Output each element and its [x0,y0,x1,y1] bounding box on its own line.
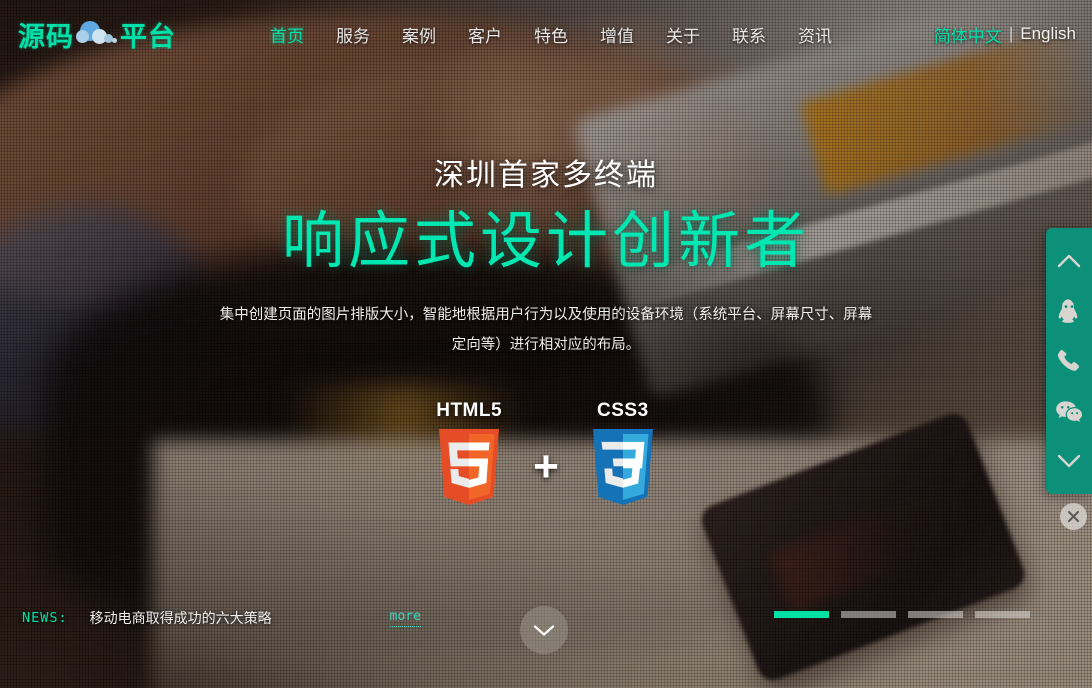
news-more-link[interactable]: more [389,609,421,627]
nav-item-value[interactable]: 增值 [584,16,650,53]
slider-dot-4[interactable] [975,611,1030,618]
hero-title: 响应式设计创新者 [281,204,810,277]
css3-badge: CSS3 [587,400,659,509]
cloud-icon [76,19,118,49]
nav-item-cases[interactable]: 案例 [386,16,452,53]
nav-item-contact[interactable]: 联系 [716,16,782,53]
floating-contact-toolbar [1046,228,1092,494]
scroll-up-icon[interactable] [1046,238,1092,284]
language-switcher: 简体中文 | English [934,22,1076,47]
site-header: 源码 平台 首页 服务 案例 客户 特色 增值 关于 联系 资讯 简体中文 | … [0,0,1092,68]
wechat-icon[interactable] [1046,388,1092,434]
news-label: NEWS: [22,610,68,626]
close-toolbar-button[interactable] [1060,503,1087,530]
slider-dot-1[interactable] [774,611,829,618]
main-navigation: 首页 服务 案例 客户 特色 增值 关于 联系 资讯 [254,16,848,53]
css3-shield-icon [587,427,659,509]
news-ticker: NEWS: 移动电商取得成功的六大策略 more [22,608,421,628]
chevron-down-icon [533,624,555,636]
language-separator: | [1008,24,1014,43]
slider-dot-3[interactable] [908,611,963,618]
scroll-down-icon[interactable] [1046,438,1092,484]
nav-item-news[interactable]: 资讯 [782,16,848,53]
css3-label: CSS3 [597,400,649,421]
phone-icon[interactable] [1046,338,1092,384]
nav-item-services[interactable]: 服务 [320,16,386,53]
slider-pagination [774,611,1030,618]
nav-item-features[interactable]: 特色 [518,16,584,53]
language-option-chinese[interactable]: 简体中文 [934,22,1002,47]
html5-label: HTML5 [436,400,503,421]
plus-symbol: + [533,441,559,491]
nav-item-about[interactable]: 关于 [650,16,716,53]
technology-badges: HTML5 + CSS3 [0,400,1092,509]
nav-item-home[interactable]: 首页 [254,16,320,53]
scroll-down-button[interactable] [520,606,568,654]
html5-shield-icon [433,427,505,509]
hero-description: 集中创建页面的图片排版大小，智能地根据用户行为以及使用的设备环境（系统平台、屏幕… [219,306,873,353]
close-icon [1067,510,1080,523]
hero-content: 深圳首家多终端 响应式设计创新者 集中创建页面的图片排版大小，智能地根据用户行为… [0,150,1092,360]
news-headline[interactable]: 移动电商取得成功的六大策略 [90,608,272,628]
site-logo[interactable]: 源码 平台 [18,15,176,54]
html5-badge: HTML5 [433,400,505,509]
slider-dot-2[interactable] [841,611,896,618]
nav-item-clients[interactable]: 客户 [452,16,518,53]
logo-text-right: 平台 [120,21,176,53]
language-option-english[interactable]: English [1020,24,1076,44]
qq-icon[interactable] [1046,288,1092,334]
logo-text-left: 源码 [18,21,74,53]
hero-subtitle: 深圳首家多终端 [434,158,658,193]
